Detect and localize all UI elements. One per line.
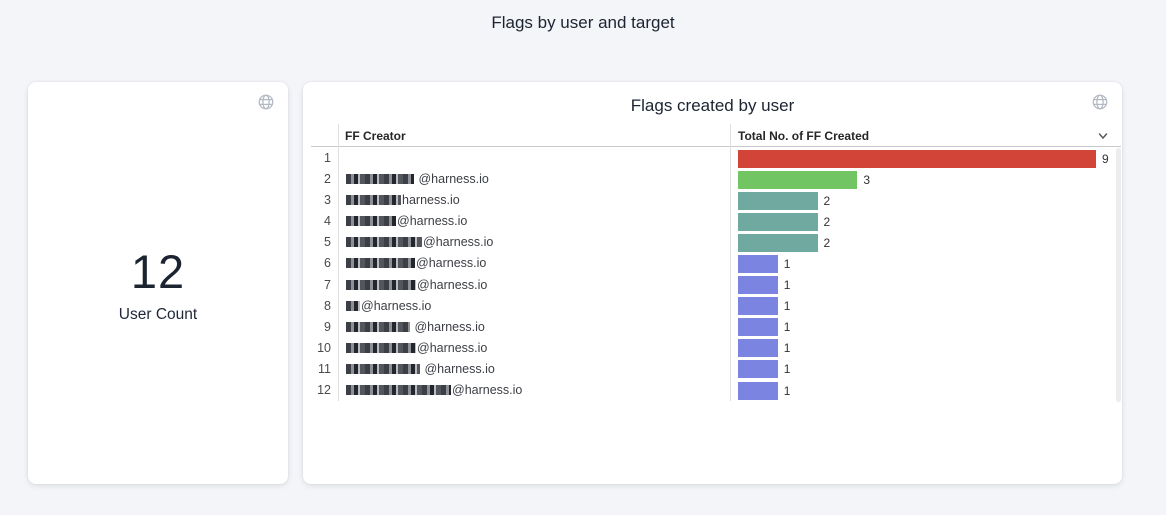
table-row: 19 <box>303 148 1122 169</box>
header-divider <box>311 146 1121 147</box>
user-count-tile: 12 User Count <box>28 82 288 484</box>
redacted-name <box>346 385 451 395</box>
ff-creator-cell: @harness.io <box>346 383 522 399</box>
table-row: 2 @harness.io 3 <box>303 169 1122 190</box>
row-index: 4 <box>303 214 331 228</box>
bar[interactable] <box>738 192 818 210</box>
email-suffix: @harness.io <box>361 299 431 313</box>
row-index: 8 <box>303 299 331 313</box>
table-row: 8 @harness.io 1 <box>303 296 1122 317</box>
row-index: 7 <box>303 278 331 292</box>
ff-creator-cell: @harness.io <box>346 214 467 230</box>
bar-value: 2 <box>824 194 831 208</box>
row-index: 12 <box>303 383 331 397</box>
redacted-name <box>346 364 420 374</box>
scrollbar[interactable] <box>1116 148 1121 402</box>
table-body: 192 @harness.io33harness.io24@harness.io… <box>303 148 1122 401</box>
ff-creator-cell: @harness.io <box>346 235 493 251</box>
user-count-value: 12 <box>28 244 288 299</box>
ff-creator-cell: @harness.io <box>346 299 431 315</box>
ff-creator-cell: @harness.io <box>346 341 487 357</box>
bar-value: 1 <box>784 341 791 355</box>
ff-creator-cell: @harness.io <box>346 362 495 378</box>
redacted-name <box>346 280 416 290</box>
bar[interactable] <box>738 276 778 294</box>
column-header-ff-creator[interactable]: FF Creator <box>345 129 406 143</box>
column-header-total-created[interactable]: Total No. of FF Created <box>738 129 869 143</box>
ff-creator-cell: harness.io <box>346 193 460 209</box>
email-suffix: @harness.io <box>417 341 487 355</box>
email-suffix: @harness.io <box>415 172 489 186</box>
table-row: 11 @harness.io 1 <box>303 359 1122 380</box>
bar-value: 2 <box>824 236 831 250</box>
chevron-down-icon[interactable] <box>1096 129 1110 143</box>
table-row: 3 harness.io 2 <box>303 190 1122 211</box>
bar-value: 1 <box>784 278 791 292</box>
bar-value: 1 <box>784 320 791 334</box>
bar[interactable] <box>738 255 778 273</box>
table-row: 9 @harness.io 1 <box>303 317 1122 338</box>
globe-icon[interactable] <box>257 93 275 111</box>
ff-creator-cell: @harness.io <box>346 278 487 294</box>
table-row: 10 @harness.io 1 <box>303 338 1122 359</box>
bar[interactable] <box>738 150 1096 168</box>
redacted-name <box>346 237 422 247</box>
bar[interactable] <box>738 318 778 336</box>
redacted-name <box>346 174 414 184</box>
flags-created-tile: Flags created by user FF Creator Total N… <box>303 82 1122 484</box>
row-index: 9 <box>303 320 331 334</box>
row-index: 11 <box>303 362 331 376</box>
ff-creator-cell: @harness.io <box>346 256 486 272</box>
bar-value: 2 <box>824 215 831 229</box>
email-suffix: @harness.io <box>452 383 522 397</box>
email-suffix: harness.io <box>402 193 460 207</box>
tile-title: Flags created by user <box>303 96 1122 116</box>
ff-creator-cell: @harness.io <box>346 172 489 188</box>
redacted-name <box>346 322 410 332</box>
email-suffix: @harness.io <box>397 214 467 228</box>
user-count-label: User Count <box>28 306 288 324</box>
bar[interactable] <box>738 297 778 315</box>
bar-value: 1 <box>784 257 791 271</box>
table-row: 6 @harness.io 1 <box>303 253 1122 274</box>
bar[interactable] <box>738 213 818 231</box>
row-index: 5 <box>303 235 331 249</box>
email-suffix: @harness.io <box>417 278 487 292</box>
bar-value: 1 <box>784 362 791 376</box>
bar-value: 3 <box>863 173 870 187</box>
row-index: 1 <box>303 151 331 165</box>
row-index: 2 <box>303 172 331 186</box>
email-suffix: @harness.io <box>423 235 493 249</box>
email-suffix: @harness.io <box>421 362 495 376</box>
bar[interactable] <box>738 171 857 189</box>
bar[interactable] <box>738 339 778 357</box>
bar[interactable] <box>738 360 778 378</box>
bar-value: 1 <box>784 384 791 398</box>
row-index: 3 <box>303 193 331 207</box>
redacted-name <box>346 343 416 353</box>
bar-value: 1 <box>784 299 791 313</box>
redacted-name <box>346 216 396 226</box>
table-row: 5 @harness.io 2 <box>303 232 1122 253</box>
bar[interactable] <box>738 382 778 400</box>
redacted-name <box>346 195 401 205</box>
table-row: 7 @harness.io 1 <box>303 275 1122 296</box>
row-index: 10 <box>303 341 331 355</box>
email-suffix: @harness.io <box>416 256 486 270</box>
page-title: Flags by user and target <box>0 13 1166 33</box>
bar-value: 9 <box>1102 152 1109 166</box>
table-row: 4 @harness.io 2 <box>303 211 1122 232</box>
ff-creator-cell: @harness.io <box>346 320 485 336</box>
table-row: 12 @harness.io 1 <box>303 380 1122 401</box>
redacted-name <box>346 301 360 311</box>
bar[interactable] <box>738 234 818 252</box>
email-suffix: @harness.io <box>411 320 485 334</box>
row-index: 6 <box>303 256 331 270</box>
redacted-name <box>346 258 415 268</box>
